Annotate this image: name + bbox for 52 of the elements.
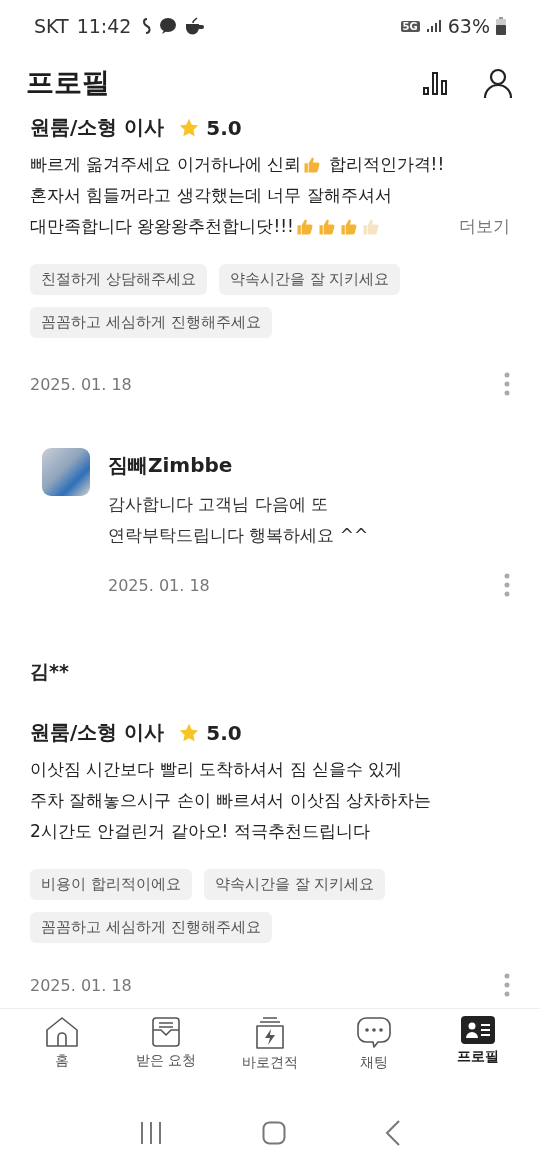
home-button-icon[interactable] [262,1120,286,1145]
carrier-name: SKT [34,15,69,37]
clock-time: 11:42 [76,15,132,37]
review-text: 2시간도 안걸린거 같아오! 적극추천드립니다 [30,820,371,843]
reviewer-name: 김** [30,659,70,684]
review-text: 대만족합니다 왕왕왕추천합니닷!!! [30,215,294,238]
chat-bubble-icon [356,1016,392,1050]
rating-score: 5.0 [206,115,242,140]
lightning-card-icon [254,1016,286,1050]
review-text: 합리적인가격!! [327,153,445,176]
nav-tab[interactable]: 채팅 [324,1015,424,1095]
more-options-icon[interactable] [504,372,510,396]
review-text: 혼자서 힘들꺼라고 생각했는데 너무 잘해주셔서 [30,184,393,207]
review-tag: 약속시간을 잘 지키세요 [218,264,401,295]
user-icon[interactable] [482,67,514,99]
review-tag: 친절하게 상담해주세요 [30,264,207,295]
review-tag: 비용이 합리적이에요 [30,869,192,900]
bar-chart-icon[interactable] [422,70,448,96]
back-icon[interactable] [384,1119,401,1146]
cup-icon [185,17,206,35]
id-card-icon [461,1016,495,1044]
rating-score: 5.0 [206,720,242,745]
inbox-tray-icon [150,1016,182,1048]
recent-apps-icon[interactable] [139,1120,164,1145]
reply-text: 감사합니다 고객님 다음에 또 연락부탁드립니다 행복하세요 ^^ [108,493,370,547]
home-icon [45,1016,79,1048]
more-options-icon[interactable] [504,573,510,597]
page-title: 프로필 [26,65,110,101]
signal-icon [425,18,442,34]
network-type: 5G [400,20,420,32]
nav-tab[interactable]: 바로견적 [220,1015,320,1095]
review-date: 2025. 01. 18 [30,374,132,394]
review-tag: 꼼꼼하고 세심하게 진행해주세요 [30,307,272,338]
review-text: 빠르게 옮겨주세요 이거하나에 신뢰 [30,153,302,176]
nav-tab[interactable]: 프로필 [428,1015,528,1095]
review-text: 주차 잘해놓으시구 손이 빠르셔서 이삿짐 상차하차는 [30,789,432,812]
nav-tab[interactable]: 받은 요청 [116,1015,216,1095]
avatar-photo-placeholder [42,448,90,496]
review-category: 원룸/소형 이사 [30,114,165,141]
review-tag: 약속시간을 잘 지키세요 [203,869,386,900]
review-category: 원룸/소형 이사 [30,719,165,746]
battery-icon [496,17,506,35]
more-options-icon[interactable] [504,973,510,997]
battery-percent: 63% [447,15,490,37]
read-more-link[interactable]: 더보기 [459,211,510,242]
reply-date: 2025. 01. 18 [108,575,210,595]
review-tag: 꼼꼼하고 세심하게 진행해주세요 [30,912,272,943]
nav-tab[interactable]: 홈 [12,1015,112,1095]
replier-name: 짐빼Zimbbe [108,452,234,479]
review-date: 2025. 01. 18 [30,975,132,995]
chat-bubble-icon [159,17,178,35]
review-text: 이삿짐 시간보다 빨리 도착하셔서 짐 싣을수 있게 [30,758,404,781]
